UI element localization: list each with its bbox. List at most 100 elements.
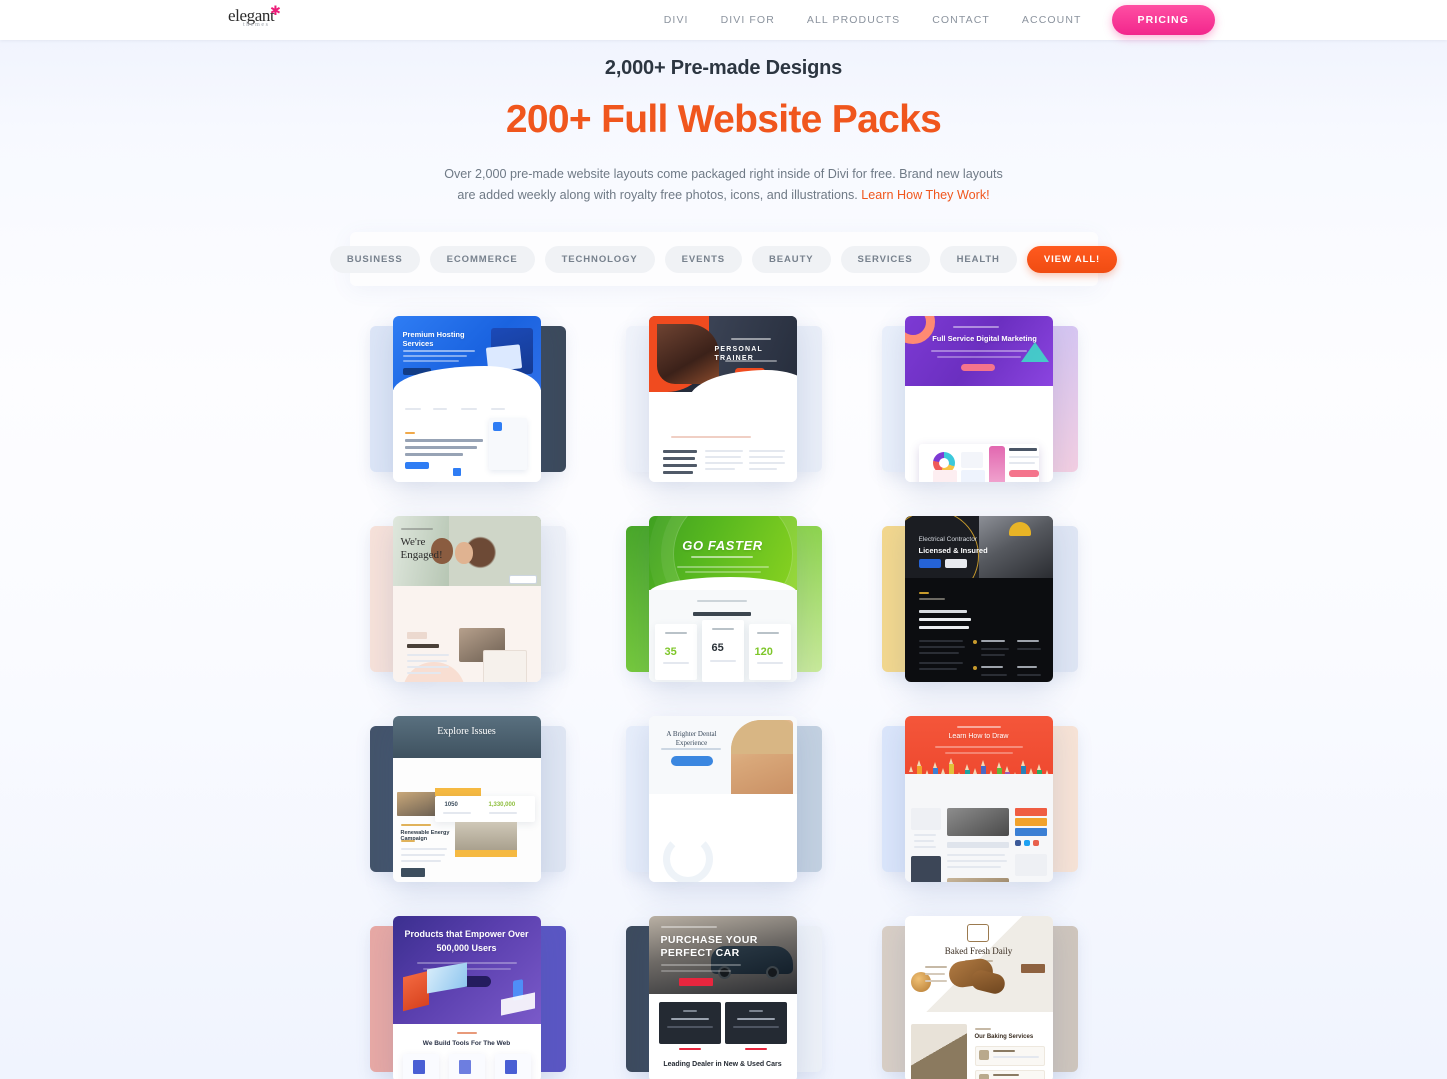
layout-pack-card[interactable]: We're Engaged! [368, 510, 568, 688]
plan-price-fastest: 120 [754, 646, 773, 658]
plan-price-basic: 35 [664, 646, 677, 658]
card-title: Learn How to Draw [948, 733, 1009, 740]
layout-pack-card[interactable]: PERSONAL TRAINER 1 ON 1 [624, 310, 824, 488]
card-preview-electrical[interactable]: Electrical Contractor Licensed & Insured [904, 516, 1053, 682]
card-body: Our Baking Services [904, 1012, 1053, 1079]
phone-mockup [988, 446, 1005, 482]
card-body: We Build Tools For The Web [392, 1024, 541, 1079]
card-hero-band: PERSONAL TRAINER [648, 316, 797, 392]
card-hero-band: Full Service Digital Marketing [904, 316, 1053, 386]
card-preview-nonprofit[interactable]: Explore Issues 1050 1,330,000 Renewable … [392, 716, 541, 882]
card-hero-band: Premium Hosting Services [392, 316, 541, 390]
nav-item-account[interactable]: ACCOUNT [1006, 14, 1098, 26]
nav-item-divi[interactable]: DIVI [648, 14, 705, 26]
card-title: GO FASTER [682, 538, 763, 553]
hero-description: Over 2,000 pre-made website layouts come… [444, 164, 1004, 205]
card-title: Premium Hosting Services [402, 330, 465, 349]
filter-technology[interactable]: TECHNOLOGY [544, 245, 655, 273]
yellow-bar [434, 788, 481, 796]
card-title: Electrical Contractor [918, 536, 978, 543]
card-title: Products that Empower Over 500,000 Users [404, 929, 529, 953]
card-preview-engaged[interactable]: We're Engaged! [392, 516, 541, 682]
bun-illustration [910, 972, 931, 992]
cta-button-mini [1020, 964, 1045, 973]
card-preview-internet[interactable]: GO FASTER 35 65 120 [648, 516, 797, 682]
filter-business[interactable]: BUSINESS [329, 245, 420, 273]
main-navigation: DIVI DIVI FOR ALL PRODUCTS CONTACT ACCOU… [648, 5, 1447, 35]
yellow-bar-2 [454, 850, 517, 857]
card-title: PURCHASE YOUR PERFECT CAR [660, 934, 758, 959]
photo-cyclists [656, 324, 719, 384]
layout-pack-card[interactable]: Premium Hosting Services [368, 310, 568, 488]
filter-beauty[interactable]: BEAUTY [752, 245, 831, 273]
card-preview-art[interactable]: Learn How to Draw [904, 716, 1053, 882]
stat-value-1: 1050 [444, 802, 458, 808]
card-preview-trainer[interactable]: PERSONAL TRAINER 1 ON 1 [648, 316, 797, 482]
layout-pack-card[interactable]: Products that Empower Over 500,000 Users… [368, 910, 568, 1079]
layout-pack-card[interactable]: Learn How to Draw [880, 710, 1080, 888]
isometric-shape-1 [402, 970, 429, 1012]
layout-pack-card[interactable]: PURCHASE YOUR PERFECT CAR Leading Dealer… [624, 910, 824, 1079]
layout-pack-card[interactable]: Explore Issues 1050 1,330,000 Renewable … [368, 710, 568, 888]
plan-price-faster: 65 [711, 642, 724, 654]
card-preview-hosting[interactable]: Premium Hosting Services [392, 316, 541, 482]
card-subtitle: Leading Dealer in New & Used Cars [663, 1061, 782, 1068]
nav-item-contact[interactable]: CONTACT [916, 14, 1006, 26]
card-hero-band: Products that Empower Over 500,000 Users [392, 916, 541, 1024]
card-title: A Brighter Dental Experience [666, 730, 717, 747]
card-body [904, 774, 1053, 882]
card-title: We're Engaged! [400, 536, 443, 561]
layout-pack-card[interactable]: Baked Fresh Daily Our Baking Services [880, 910, 1080, 1079]
card-preview-bakery[interactable]: Baked Fresh Daily Our Baking Services [904, 916, 1053, 1079]
hero-eyebrow: 2,000+ Pre-made Designs [604, 57, 843, 79]
card-preview-marketing[interactable]: Full Service Digital Marketing [904, 316, 1053, 482]
stat-value-2: 1,330,000 [488, 802, 516, 808]
photo-ocean [396, 792, 439, 816]
layout-pack-card[interactable]: Full Service Digital Marketing [880, 310, 1080, 488]
card-hero-band: Electrical Contractor Licensed & Insured [904, 516, 1053, 578]
pencils-illustration [905, 750, 1053, 774]
site-header: elegant ✱ themes DIVI DIVI FOR ALL PRODU… [0, 0, 1447, 40]
wheel-rear [765, 966, 779, 979]
card-hero-band: Explore Issues [392, 716, 541, 758]
arrow-decoration [1020, 342, 1049, 362]
site-logo[interactable]: elegant ✱ themes [228, 3, 290, 35]
logo-subtext: themes [243, 22, 270, 28]
filter-health[interactable]: HEALTH [939, 245, 1017, 273]
card-body: Leading Dealer in New & Used Cars [648, 994, 797, 1079]
star-icon: ✱ [270, 3, 281, 18]
card-preview-car[interactable]: PURCHASE YOUR PERFECT CAR Leading Dealer… [648, 916, 797, 1079]
card-body: 35 65 120 [648, 590, 797, 682]
hard-hat-icon [1008, 522, 1031, 536]
pricing-button[interactable]: PRICING [1111, 5, 1215, 35]
card-body [392, 586, 541, 682]
filter-events[interactable]: EVENTS [664, 245, 743, 273]
card-title: Full Service Digital Marketing [932, 334, 1037, 343]
card-hero-band: Baked Fresh Daily [904, 916, 1053, 1012]
text-line [402, 355, 467, 357]
card-title: Baked Fresh Daily [944, 946, 1013, 956]
card-body: 1050 1,330,000 Renewable Energy Campaign [392, 758, 541, 882]
learn-how-link[interactable]: Learn How They Work! [861, 188, 989, 202]
layout-pack-card[interactable]: A Brighter Dental Experience Welcome to … [624, 710, 824, 888]
filter-services[interactable]: SERVICES [840, 245, 930, 273]
nav-item-all-products[interactable]: ALL PRODUCTS [791, 14, 916, 26]
layout-pack-card[interactable]: Electrical Contractor Licensed & Insured [880, 510, 1080, 688]
filter-view-all[interactable]: VIEW ALL! [1026, 245, 1118, 273]
card-hero-band: GO FASTER [648, 516, 797, 590]
card-hero-band: A Brighter Dental Experience [648, 716, 797, 794]
card-body: 1 ON 1 [648, 392, 797, 482]
arc-decoration [662, 834, 713, 882]
card-hero-band: Learn How to Draw [904, 716, 1053, 774]
card-hero-band: We're Engaged! [392, 516, 541, 586]
cta-button-mini [678, 978, 713, 986]
card-preview-dental[interactable]: A Brighter Dental Experience Welcome to … [648, 716, 797, 882]
nav-item-divi-for[interactable]: DIVI FOR [705, 14, 791, 26]
bakery-crest-icon [966, 924, 989, 942]
card-preview-software[interactable]: Products that Empower Over 500,000 Users… [392, 916, 541, 1079]
layout-pack-card[interactable]: GO FASTER 35 65 120 [624, 510, 824, 688]
card-hero-band: PURCHASE YOUR PERFECT CAR [648, 916, 797, 994]
card-body [904, 578, 1053, 682]
isometric-shape-4 [500, 992, 535, 1016]
filter-ecommerce[interactable]: ECOMMERCE [429, 245, 535, 273]
